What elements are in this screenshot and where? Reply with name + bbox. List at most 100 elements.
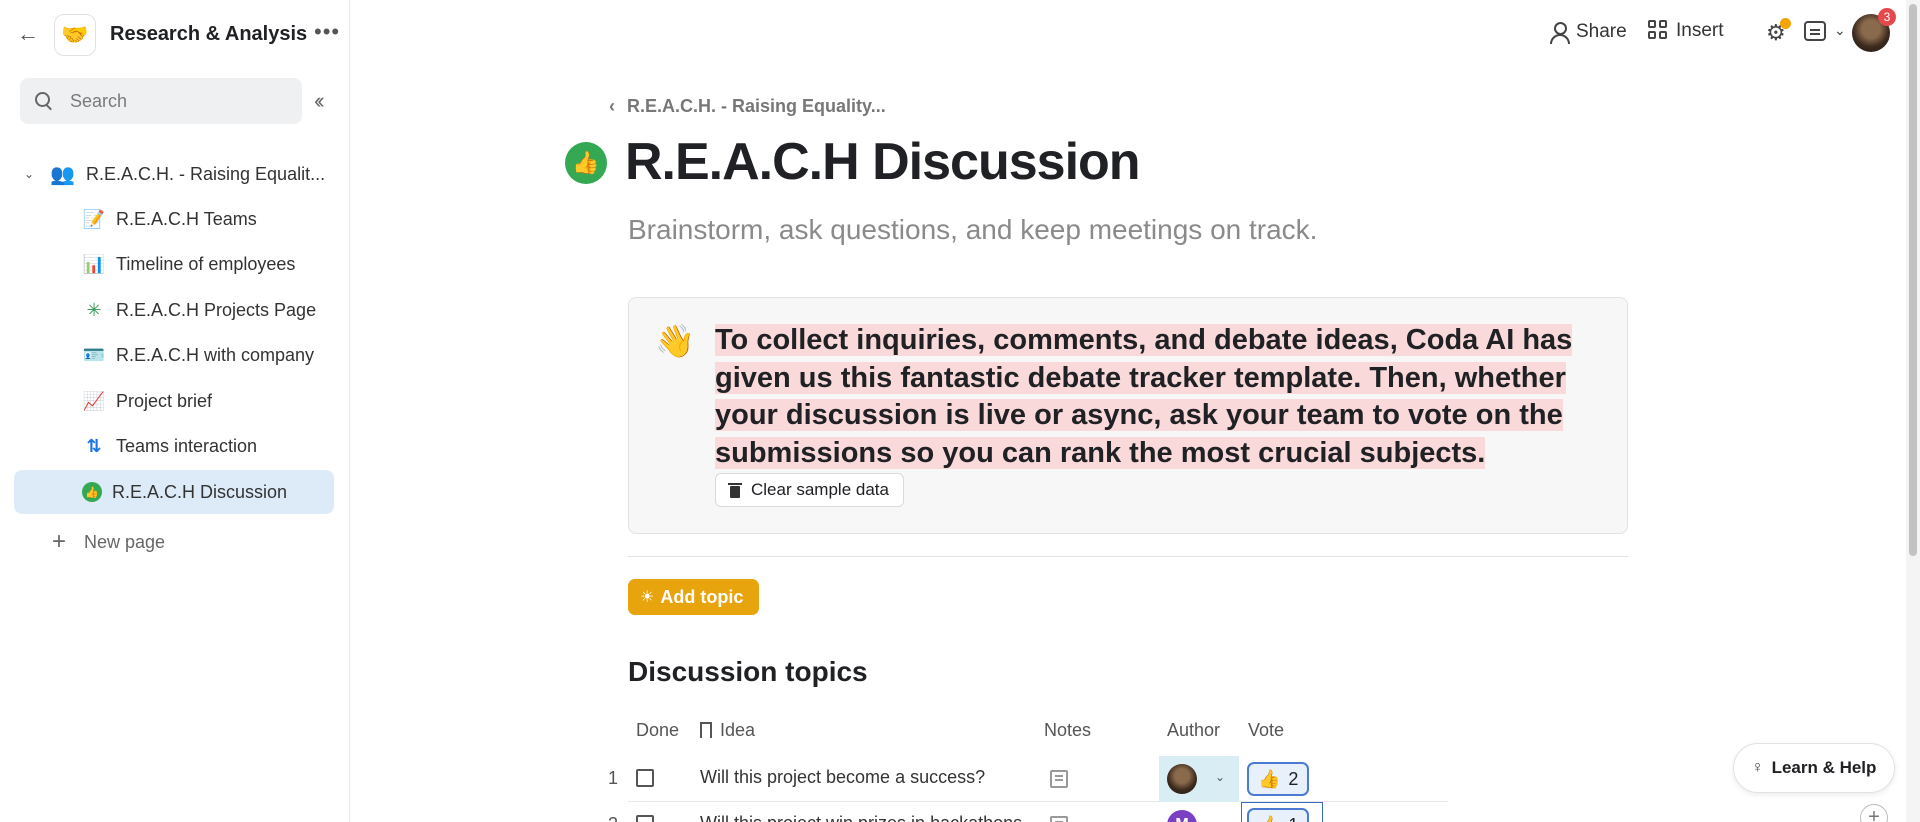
sidebar: ← 🤝 Research & Analysis ••• ‹‹ ⌄ 👥 R.E.A… — [0, 0, 350, 822]
chevron-down-icon[interactable]: ⌄ — [1834, 22, 1846, 39]
row-number: 2 — [608, 814, 618, 822]
sidebar-item-label: Timeline of employees — [116, 253, 296, 274]
divider — [628, 556, 1628, 557]
lightbulb-icon: ☀ — [640, 589, 655, 606]
id-card-icon: 🪪 — [82, 344, 106, 365]
sidebar-item-projects-page[interactable]: ✳ R.E.A.C.H Projects Page — [14, 288, 334, 332]
callout-highlight: To collect inquiries, comments, and deba… — [715, 324, 1573, 469]
sidebar-item-label: R.E.A.C.H with company — [116, 344, 315, 365]
section-title[interactable]: Discussion topics — [628, 656, 868, 688]
sidebar-item-label: Project brief — [116, 390, 213, 411]
row-number: 1 — [608, 768, 619, 788]
author-cell[interactable]: ⌄ — [1159, 756, 1239, 802]
search-box[interactable] — [20, 78, 302, 124]
share-label: Share — [1576, 21, 1627, 42]
avatar — [1167, 764, 1197, 794]
insert-label: Insert — [1676, 20, 1724, 41]
share-button[interactable]: Share — [1548, 20, 1627, 44]
lightbulb-icon: ♀ — [1751, 759, 1764, 776]
notes-icon[interactable] — [1050, 816, 1068, 822]
notes-icon[interactable] — [1050, 770, 1068, 788]
app-window: ← 🤝 Research & Analysis ••• ‹‹ ⌄ 👥 R.E.A… — [0, 0, 1920, 822]
done-checkbox[interactable] — [636, 815, 654, 822]
callout-text[interactable]: To collect inquiries, comments, and deba… — [715, 322, 1595, 472]
doc-title[interactable]: Research & Analysis — [110, 22, 307, 46]
callout-box: 👋 To collect inquiries, comments, and de… — [628, 297, 1628, 534]
bookmark-icon — [700, 722, 712, 738]
waving-hand-icon: 👋 — [655, 323, 695, 359]
search-input[interactable] — [70, 90, 270, 112]
sidebar-item-reach-discussion[interactable]: 👍 R.E.A.C.H Discussion — [14, 470, 334, 514]
sidebar-item-label: R.E.A.C.H Discussion — [112, 481, 288, 502]
idea-cell[interactable]: Will this project win prizes in hackatho… — [700, 813, 1030, 822]
page-title[interactable]: R.E.A.C.H Discussion — [625, 132, 1141, 192]
chevron-down-icon[interactable]: ⌄ — [1215, 770, 1225, 784]
done-checkbox[interactable] — [636, 769, 654, 787]
sort-arrows-icon: ⇅ — [86, 435, 102, 456]
sidebar-item-project-brief[interactable]: 📈 Project brief — [14, 379, 334, 423]
sidebar-item-reach-teams[interactable]: 📝 R.E.A.C.H Teams — [14, 197, 334, 241]
sidebar-item-teams-interaction[interactable]: ⇅ Teams interaction — [14, 424, 334, 468]
vote-button[interactable]: 👍 2 — [1247, 762, 1310, 796]
author-cell[interactable]: M ⌄ — [1159, 802, 1239, 822]
breadcrumb-label: R.E.A.C.H. - Raising Equality... — [627, 96, 886, 116]
sidebar-item-with-company[interactable]: 🪪 R.E.A.C.H with company — [14, 333, 334, 377]
table-row[interactable]: 1 Will this project become a success? ⌄ … — [608, 756, 1448, 802]
column-header-author[interactable]: Author — [1167, 720, 1220, 741]
table-row[interactable]: 2 Will this project win prizes in hackat… — [608, 802, 1448, 822]
breadcrumb[interactable]: ‹ R.E.A.C.H. - Raising Equality... — [609, 96, 886, 117]
sidebar-item-timeline[interactable]: 📊 Timeline of employees — [14, 242, 334, 286]
memo-icon: 📝 — [82, 208, 106, 229]
person-icon — [1548, 20, 1570, 44]
add-topic-button[interactable]: ☀ Add topic — [628, 579, 760, 615]
main-content: ‹ R.E.A.C.H. - Raising Equality... 👍 R.E… — [351, 0, 1920, 822]
chevron-left-icon: ‹ — [609, 96, 615, 116]
thumbs-up-icon: 👍 — [82, 482, 102, 502]
chart-icon: 📈 — [82, 390, 106, 411]
scrollbar-thumb[interactable] — [1909, 4, 1917, 556]
vote-button[interactable]: 👍 1 — [1247, 808, 1310, 822]
collapse-sidebar-icon[interactable]: ‹‹ — [314, 89, 324, 113]
sidebar-item-label: Teams interaction — [116, 435, 258, 456]
notification-badge: 3 — [1878, 8, 1896, 26]
vote-count: 2 — [1288, 768, 1299, 789]
page-icon[interactable]: 👍 — [565, 142, 607, 184]
search-icon — [34, 91, 54, 111]
avatar: M — [1167, 810, 1197, 822]
page-subtitle[interactable]: Brainstorm, ask questions, and keep meet… — [628, 214, 1317, 246]
clear-sample-data-button[interactable]: Clear sample data — [715, 473, 904, 507]
tree-parent-item[interactable]: ⌄ 👥 R.E.A.C.H. - Raising Equalit... — [14, 152, 336, 196]
learn-help-button[interactable]: ♀ Learn & Help — [1733, 743, 1895, 793]
grid-icon — [1648, 20, 1670, 42]
sidebar-item-label: R.E.A.C.H Projects Page — [116, 299, 317, 320]
sidebar-item-label: R.E.A.C.H Teams — [116, 208, 257, 229]
vote-count: 1 — [1288, 815, 1298, 822]
doc-icon[interactable]: 🤝 — [54, 14, 96, 56]
chevron-down-icon[interactable]: ⌄ — [1215, 816, 1225, 822]
tree-parent-label: R.E.A.C.H. - Raising Equalit... — [86, 163, 326, 184]
thumbs-up-icon: 👍 — [1258, 768, 1281, 789]
column-header-idea-label: Idea — [720, 720, 756, 740]
thumbs-up-icon: 👍 — [1258, 815, 1280, 822]
insert-button[interactable]: Insert — [1648, 20, 1724, 42]
more-options-icon[interactable]: ••• — [314, 20, 340, 44]
plus-icon: + — [52, 528, 67, 555]
chevron-down-icon[interactable]: ⌄ — [24, 167, 40, 181]
projects-icon: ✳ — [86, 299, 102, 320]
learn-help-label: Learn & Help — [1771, 758, 1877, 777]
add-topic-label: Add topic — [660, 586, 744, 607]
idea-cell[interactable]: Will this project become a success? — [700, 767, 1030, 788]
sidebar-header: ← 🤝 Research & Analysis ••• — [0, 12, 350, 56]
top-bar: Share Insert ⚙ ⌄ 3 — [1420, 0, 1920, 66]
clear-sample-data-label: Clear sample data — [751, 480, 889, 499]
column-header-done[interactable]: Done — [636, 720, 679, 741]
notification-dot — [1780, 18, 1791, 29]
comment-icon[interactable] — [1804, 21, 1826, 41]
column-header-vote[interactable]: Vote — [1248, 720, 1284, 741]
back-arrow-icon[interactable]: ← — [16, 22, 40, 46]
new-page-button[interactable]: + New page — [52, 530, 165, 554]
people-icon: 👥 — [50, 163, 75, 186]
timeline-icon: 📊 — [82, 253, 106, 274]
column-header-notes[interactable]: Notes — [1044, 720, 1091, 741]
column-header-idea[interactable]: Idea — [700, 720, 755, 741]
